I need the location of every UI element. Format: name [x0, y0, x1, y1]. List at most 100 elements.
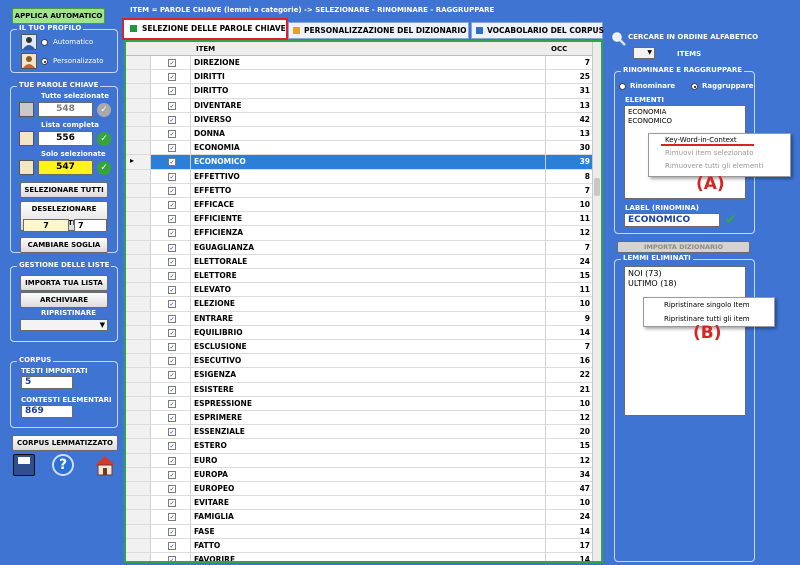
- row-header[interactable]: [126, 240, 151, 254]
- row-checkbox[interactable]: ✓: [168, 385, 176, 394]
- row-checkbox[interactable]: ✓: [168, 215, 176, 224]
- threshold-spinner[interactable]: 7: [74, 219, 107, 232]
- row-checkbox[interactable]: ✓: [168, 229, 176, 238]
- table-row[interactable]: ✓ ESCLUSIONE 7: [126, 340, 594, 355]
- table-row[interactable]: ✓ ELETTORE 15: [126, 269, 594, 284]
- table-row[interactable]: ✓ ESIGENZA 22: [126, 368, 594, 383]
- row-checkbox[interactable]: ✓: [168, 328, 176, 337]
- table-row[interactable]: ✓ EGUAGLIANZA 7: [126, 240, 594, 255]
- table-row[interactable]: ✓ ESECUTIVO 16: [126, 354, 594, 369]
- table-row[interactable]: ✓ EFFICIENTE 11: [126, 212, 594, 227]
- table-row[interactable]: ✓ EFFETTIVO 8: [126, 169, 594, 184]
- label-input[interactable]: ECONOMICO: [624, 213, 720, 227]
- row-checkbox[interactable]: ✓: [168, 101, 176, 110]
- confirm-check-icon[interactable]: ✔: [725, 213, 741, 227]
- row-header[interactable]: [126, 425, 151, 439]
- import-list-button[interactable]: IMPORTA TUA LISTA: [20, 275, 108, 291]
- row-header[interactable]: ▸: [126, 155, 151, 169]
- row-checkbox[interactable]: ✓: [168, 172, 176, 181]
- row-header[interactable]: [126, 98, 151, 112]
- list-item[interactable]: ECONOMIA: [628, 108, 742, 117]
- row-header[interactable]: [126, 183, 151, 197]
- items-select[interactable]: ▼: [633, 47, 655, 59]
- table-row[interactable]: ✓ FASE 14: [126, 524, 594, 539]
- rename-radio[interactable]: [619, 83, 626, 90]
- row-header[interactable]: [126, 538, 151, 552]
- table-row[interactable]: ✓ ESTERO 15: [126, 439, 594, 454]
- row-header[interactable]: [126, 311, 151, 325]
- list-item[interactable]: NOI (73): [628, 269, 742, 279]
- row-checkbox[interactable]: ✓: [168, 300, 176, 309]
- row-header[interactable]: [126, 524, 151, 538]
- table-row[interactable]: ✓ FAMIGLIA 24: [126, 510, 594, 525]
- row-header[interactable]: [126, 112, 151, 126]
- table-row[interactable]: ✓ DONNA 13: [126, 127, 594, 142]
- change-threshold-button[interactable]: CAMBIARE SOGLIA: [20, 237, 108, 253]
- table-row[interactable]: ✓ ESISTERE 21: [126, 382, 594, 397]
- profile-custom-radio[interactable]: [41, 58, 48, 65]
- help-icon[interactable]: ?: [52, 454, 74, 476]
- row-header[interactable]: [126, 368, 151, 382]
- row-header[interactable]: [126, 510, 151, 524]
- row-header[interactable]: [126, 439, 151, 453]
- row-checkbox[interactable]: ✓: [168, 87, 176, 96]
- row-checkbox[interactable]: ✓: [168, 428, 176, 437]
- row-checkbox[interactable]: ✓: [168, 257, 176, 266]
- row-checkbox[interactable]: ✓: [168, 343, 176, 351]
- list-item[interactable]: ECONOMICO: [628, 117, 742, 126]
- row-header[interactable]: [126, 396, 151, 410]
- row-header[interactable]: [126, 169, 151, 183]
- tab-dictionary[interactable]: PERSONALIZZAZIONE DEL DIZIONARIO: [288, 22, 469, 39]
- search-icon[interactable]: [611, 31, 626, 46]
- archive-button[interactable]: ARCHIVIARE: [20, 292, 108, 308]
- table-row[interactable]: ✓ ELEZIONE 10: [126, 297, 594, 312]
- row-header[interactable]: [126, 496, 151, 510]
- table-row[interactable]: ✓ EVITARE 10: [126, 496, 594, 511]
- select-all-button[interactable]: SELEZIONARE TUTTI: [20, 182, 108, 198]
- col-occ-header[interactable]: OCC: [551, 45, 567, 53]
- row-header[interactable]: [126, 382, 151, 396]
- scroll-thumb[interactable]: [594, 178, 600, 196]
- save-icon[interactable]: [13, 454, 35, 476]
- table-row[interactable]: ✓ EFFICIENZA 12: [126, 226, 594, 241]
- row-checkbox[interactable]: ✓: [168, 144, 176, 153]
- row-header[interactable]: [126, 56, 151, 70]
- row-header[interactable]: [126, 254, 151, 268]
- row-checkbox[interactable]: ✓: [168, 399, 176, 408]
- row-header[interactable]: [126, 198, 151, 212]
- row-header[interactable]: [126, 325, 151, 339]
- table-row[interactable]: ✓ DIVERSO 42: [126, 112, 594, 127]
- row-checkbox[interactable]: ✓: [168, 513, 176, 522]
- row-checkbox[interactable]: ✓: [168, 73, 176, 82]
- row-header[interactable]: [126, 453, 151, 467]
- row-checkbox[interactable]: ✓: [168, 201, 176, 209]
- row-header[interactable]: [126, 340, 151, 354]
- row-checkbox[interactable]: ✓: [168, 541, 176, 550]
- tab-vocabulary[interactable]: VOCABOLARIO DEL CORPUS: [471, 22, 604, 39]
- row-header[interactable]: [126, 354, 151, 368]
- table-row[interactable]: ✓ DIREZIONE 7: [126, 56, 594, 71]
- row-checkbox[interactable]: ✓: [168, 371, 176, 380]
- row-header[interactable]: [126, 269, 151, 283]
- row-header[interactable]: [126, 212, 151, 226]
- row-checkbox[interactable]: ✓: [168, 414, 176, 422]
- row-checkbox[interactable]: ✓: [168, 456, 176, 465]
- table-row[interactable]: ✓ ELETTORALE 24: [126, 254, 594, 269]
- table-row[interactable]: ✓ EUROPEO 47: [126, 482, 594, 497]
- row-checkbox[interactable]: ✓: [168, 59, 176, 67]
- row-header[interactable]: [126, 127, 151, 141]
- row-header[interactable]: [126, 70, 151, 84]
- row-checkbox[interactable]: ✓: [168, 442, 176, 451]
- row-header[interactable]: [126, 141, 151, 155]
- table-row[interactable]: ✓ ESPRIMERE 12: [126, 411, 594, 426]
- apply-auto-button[interactable]: APPLICA AUTOMATICO: [12, 8, 105, 24]
- menu-item-restore-single[interactable]: Ripristinare singolo Item: [644, 298, 774, 312]
- row-checkbox[interactable]: ✓: [168, 115, 176, 124]
- table-row[interactable]: ✓ DIRITTO 31: [126, 84, 594, 99]
- table-row[interactable]: ✓ ESSENZIALE 20: [126, 425, 594, 440]
- row-header[interactable]: [126, 411, 151, 425]
- row-checkbox[interactable]: ✓: [168, 186, 176, 195]
- threshold-field[interactable]: 7: [23, 219, 69, 232]
- table-row[interactable]: ✓ FAVORIRE 14: [126, 553, 594, 561]
- row-header[interactable]: [126, 482, 151, 496]
